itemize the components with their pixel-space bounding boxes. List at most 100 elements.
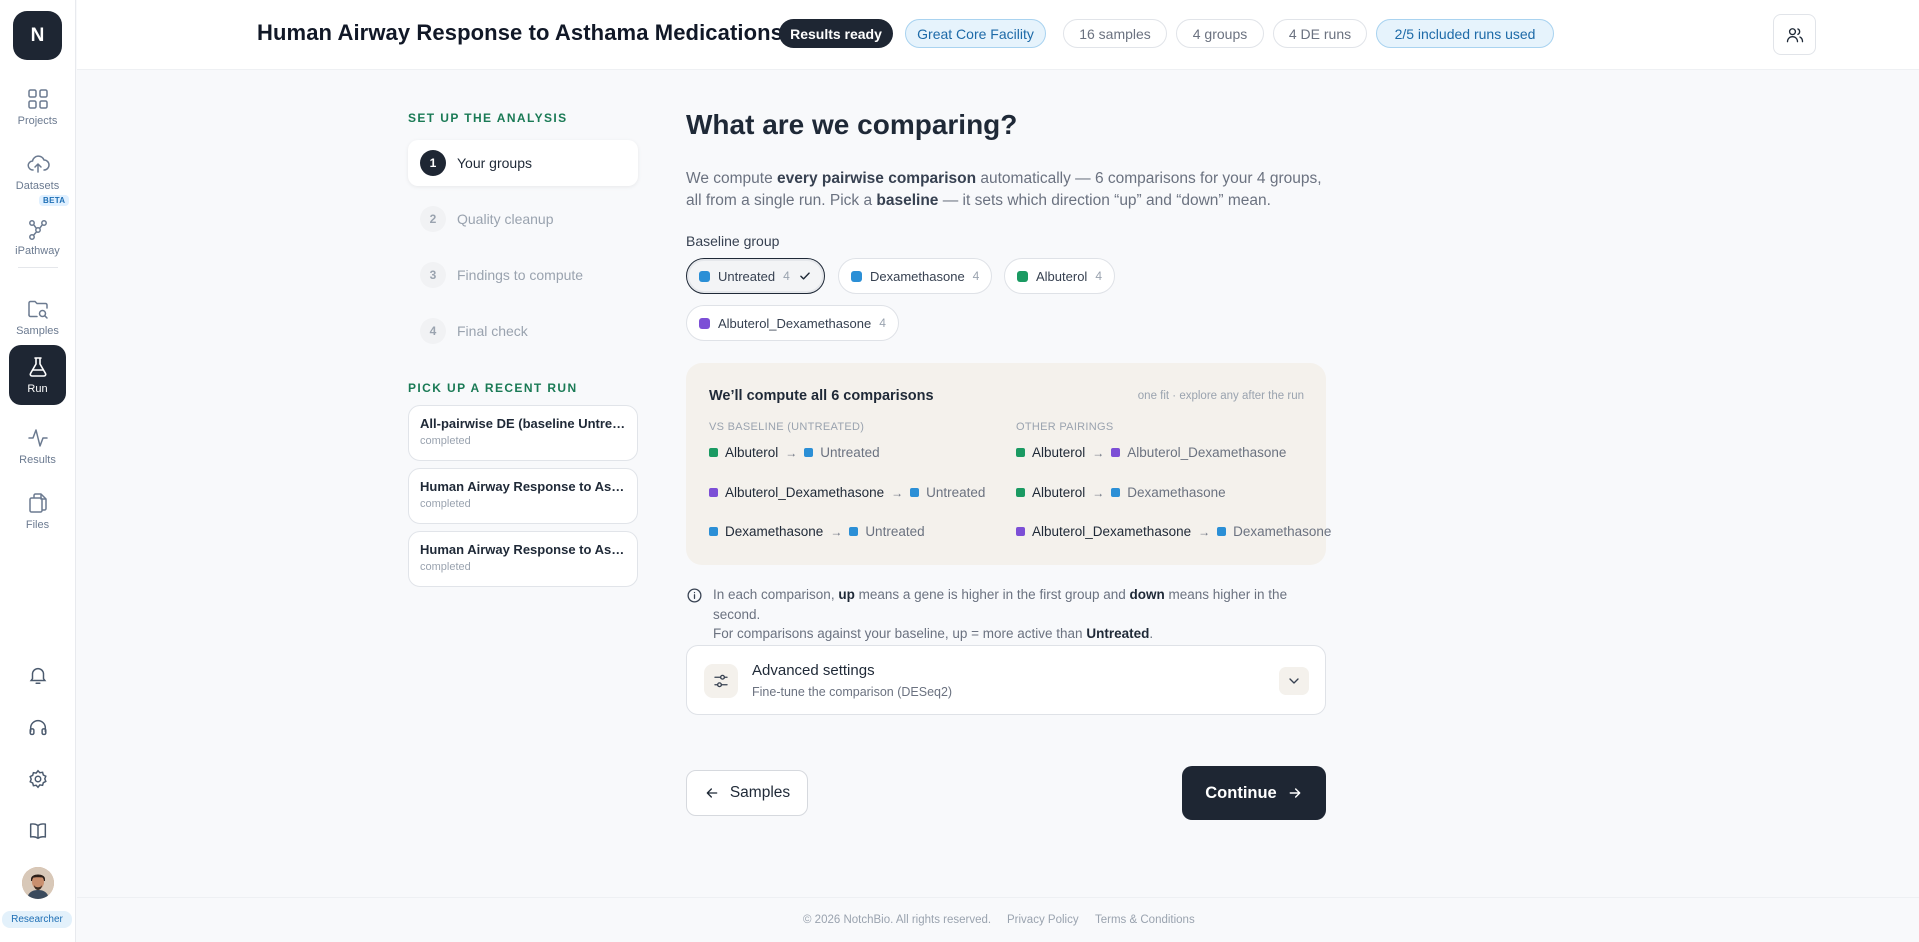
comparison-row: Dexamethasone → Untreated <box>709 524 925 539</box>
recent-run-title: All-pairwise DE (baseline Untreated) <box>420 416 626 431</box>
sidebar-item-samples[interactable]: Samples <box>9 288 66 346</box>
continue-button[interactable]: Continue <box>1182 766 1326 820</box>
step-quality-cleanup[interactable]: 2 Quality cleanup <box>408 196 638 242</box>
privacy-link[interactable]: Privacy Policy <box>1007 914 1079 926</box>
step-number: 1 <box>420 150 446 176</box>
settings-button[interactable] <box>24 765 52 793</box>
group-count: 4 <box>783 269 790 283</box>
comparison-row: Albuterol → Untreated <box>709 445 880 460</box>
avatar-image <box>22 867 54 899</box>
docs-button[interactable] <box>24 817 52 845</box>
flask-icon <box>29 357 46 377</box>
comparison-row: Albuterol → Albuterol_Dexamethasone <box>1016 445 1286 460</box>
recent-run-card[interactable]: All-pairwise DE (baseline Untreated) com… <box>408 405 638 461</box>
arrow-right-icon: → <box>891 485 904 500</box>
group-option-dexamethasone[interactable]: Dexamethasone 4 <box>838 258 993 294</box>
setup-heading: SET UP THE ANALYSIS <box>408 111 568 125</box>
sidebar-item-label: Results <box>19 454 56 466</box>
comparisons-note: one fit · explore any after the run <box>1137 390 1304 402</box>
advanced-settings-panel[interactable]: Advanced settings Fine-tune the comparis… <box>686 645 1326 715</box>
back-button[interactable]: Samples <box>686 770 808 816</box>
page-title: Human Airway Response to Asthama Medicat… <box>257 20 783 45</box>
step-your-groups[interactable]: 1 Your groups <box>408 140 638 186</box>
check-icon <box>799 272 810 280</box>
folder-search-icon <box>27 300 48 319</box>
step-label: Quality cleanup <box>457 211 554 227</box>
samples-chip: 16 samples <box>1063 19 1167 48</box>
grid-icon <box>27 89 48 109</box>
arrow-right-icon: → <box>1092 485 1105 500</box>
group-color-swatch <box>851 270 862 282</box>
step-findings[interactable]: 3 Findings to compute <box>408 252 638 298</box>
bell-button[interactable] <box>24 661 52 689</box>
cloud-upload-icon <box>27 155 50 173</box>
gear-icon <box>29 769 47 789</box>
group-option-albuterol-dexamethasone[interactable]: Albuterol_Dexamethasone 4 <box>686 305 899 341</box>
recent-runs-heading: PICK UP A RECENT RUN <box>408 381 578 395</box>
sidebar-item-results[interactable]: Results <box>9 417 66 475</box>
group-count: 4 <box>879 316 886 330</box>
group-option-untreated[interactable]: Untreated 4 <box>686 258 825 294</box>
group-name: Dexamethasone <box>870 268 965 284</box>
step-label: Your groups <box>457 155 532 171</box>
group-name: Untreated <box>718 268 776 284</box>
section-title: What are we comparing? <box>686 109 1018 140</box>
group-option-albuterol[interactable]: Albuterol 4 <box>1004 258 1115 294</box>
sidebar-item-datasets[interactable]: Datasets <box>9 143 66 201</box>
group-color-swatch <box>1017 270 1028 282</box>
step-label: Findings to compute <box>457 267 584 283</box>
recent-run-card[interactable]: Human Airway Response to Asthama Medicat… <box>408 468 638 524</box>
headphones-icon <box>29 719 47 736</box>
vs-baseline-header: VS BASELINE (UNTREATED) <box>709 421 865 433</box>
sidebar-item-ipathway[interactable]: iPathway <box>9 208 66 266</box>
group-name: Albuterol_Dexamethasone <box>718 315 872 331</box>
step-final-check[interactable]: 4 Final check <box>408 308 638 354</box>
comparison-row: Albuterol_Dexamethasone → Dexamethasone <box>1016 524 1331 539</box>
expand-button[interactable] <box>1279 667 1309 695</box>
arrow-right-icon: → <box>1198 524 1211 539</box>
sidebar-item-run[interactable]: Run <box>9 345 66 405</box>
comparisons-panel: We’ll compute all 6 comparisons one fit … <box>686 363 1331 565</box>
logo[interactable]: N <box>13 11 62 60</box>
recent-run-status: completed <box>420 435 471 447</box>
copyright-text: © 2026 NotchBio. All rights reserved. <box>803 914 992 926</box>
chevron-down-icon <box>1289 678 1299 684</box>
group-color-swatch <box>699 270 710 282</box>
sidebar: N Projects Datasets iPathway BETA Sample… <box>0 0 76 942</box>
group-name: Albuterol <box>1036 268 1088 284</box>
advanced-settings-subtitle: Fine-tune the comparison (DESeq2) <box>752 685 953 699</box>
step-label: Final check <box>457 323 528 339</box>
pathway-icon <box>28 220 47 240</box>
comparison-row: Albuterol → Dexamethasone <box>1016 485 1226 500</box>
top-header: Human Airway Response to Asthama Medicat… <box>77 0 1919 70</box>
recent-run-status: completed <box>420 498 471 510</box>
role-badge: Researcher <box>2 911 72 928</box>
info-icon <box>687 588 702 603</box>
sidebar-item-label: Projects <box>17 115 58 127</box>
recent-run-title: Human Airway Response to Asthama Medicat… <box>420 542 626 557</box>
facility-chip[interactable]: Great Core Facility <box>905 19 1046 48</box>
support-button[interactable] <box>24 713 52 741</box>
step-number: 4 <box>420 318 446 344</box>
sidebar-item-files[interactable]: Files <box>9 482 66 540</box>
avatar[interactable] <box>22 867 54 899</box>
sidebar-item-projects[interactable]: Projects <box>9 78 66 136</box>
back-button-label: Samples <box>729 784 791 801</box>
recent-run-status: completed <box>420 561 471 573</box>
recent-run-title: Human Airway Response to Asthama Medicat… <box>420 479 626 494</box>
other-pairings-header: OTHER PAIRINGS <box>1016 421 1114 433</box>
divider <box>18 267 58 268</box>
arrow-right-icon: → <box>830 524 843 539</box>
status-badge: Results ready <box>779 19 893 48</box>
advanced-settings-title: Advanced settings <box>752 662 875 679</box>
recent-run-card[interactable]: Human Airway Response to Asthama Medicat… <box>408 531 638 587</box>
direction-info: In each comparison, up means a gene is h… <box>686 585 1336 644</box>
arrow-right-icon <box>1289 788 1301 798</box>
terms-link[interactable]: Terms & Conditions <box>1095 914 1195 926</box>
arrow-left-icon <box>706 788 718 798</box>
group-color-swatch <box>699 317 710 329</box>
collaborators-button[interactable] <box>1773 14 1816 55</box>
comparison-row: Albuterol_Dexamethasone → Untreated <box>709 485 985 500</box>
groups-chip: 4 groups <box>1176 19 1264 48</box>
sidebar-item-label: Datasets <box>15 180 60 192</box>
